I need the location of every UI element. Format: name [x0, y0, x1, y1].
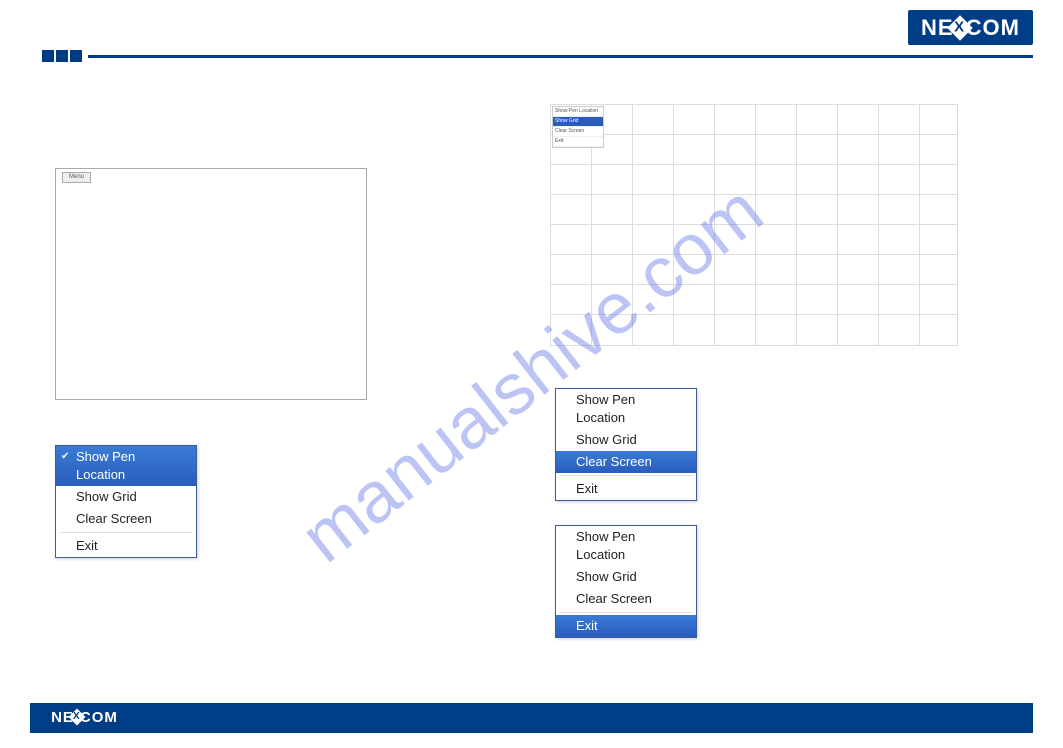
- menu-item-clear-screen[interactable]: Clear Screen: [556, 588, 696, 610]
- header-square-group: [42, 50, 88, 62]
- menu-item-show-grid[interactable]: Show Grid: [56, 486, 196, 508]
- menu-separator: [560, 612, 692, 613]
- menu-item-show-grid[interactable]: Show Grid: [556, 566, 696, 588]
- menu-item-show-pen-location[interactable]: Show Pen Location: [556, 526, 696, 566]
- mini-menu-exit[interactable]: Exit: [553, 137, 603, 147]
- mini-menu-show-grid[interactable]: Show Grid: [553, 117, 603, 127]
- context-menu-2: Show Pen Location Show Grid Clear Screen…: [555, 388, 697, 501]
- mini-context-menu: Show Pen Location Show Grid Clear Screen…: [552, 106, 604, 148]
- menu-item-clear-screen[interactable]: Clear Screen: [56, 508, 196, 530]
- menu-item-exit[interactable]: Exit: [56, 535, 196, 557]
- logo-text-post: COM: [80, 709, 118, 726]
- drawing-panel-grid: Show Pen Location Show Grid Clear Screen…: [550, 104, 958, 346]
- menu-separator: [560, 475, 692, 476]
- brand-logo-top: NE X COM: [908, 10, 1033, 45]
- header-square-icon: [42, 50, 54, 62]
- header-square-icon: [70, 50, 82, 62]
- logo-text-post: COM: [966, 15, 1020, 41]
- menu-separator: [60, 532, 192, 533]
- menu-item-show-pen-location[interactable]: Show Pen Location: [56, 446, 196, 486]
- context-menu-1: Show Pen Location Show Grid Clear Screen…: [55, 445, 197, 558]
- menu-item-show-grid[interactable]: Show Grid: [556, 429, 696, 451]
- mini-menu-clear-screen[interactable]: Clear Screen: [553, 127, 603, 137]
- menu-item-clear-screen[interactable]: Clear Screen: [556, 451, 696, 473]
- context-menu-3: Show Pen Location Show Grid Clear Screen…: [555, 525, 697, 638]
- background-grid: [550, 104, 958, 346]
- mini-menu-show-pen-location[interactable]: Show Pen Location: [553, 107, 603, 117]
- menu-button[interactable]: Menu: [62, 172, 91, 183]
- drawing-panel-blank: Menu: [55, 168, 367, 400]
- brand-logo-bottom: NE X COM: [42, 706, 127, 728]
- header-divider: [42, 55, 1033, 58]
- header-square-icon: [56, 50, 68, 62]
- footer-bar: [30, 703, 1033, 733]
- menu-item-show-pen-location[interactable]: Show Pen Location: [556, 389, 696, 429]
- menu-item-exit[interactable]: Exit: [556, 478, 696, 500]
- menu-item-exit[interactable]: Exit: [556, 615, 696, 637]
